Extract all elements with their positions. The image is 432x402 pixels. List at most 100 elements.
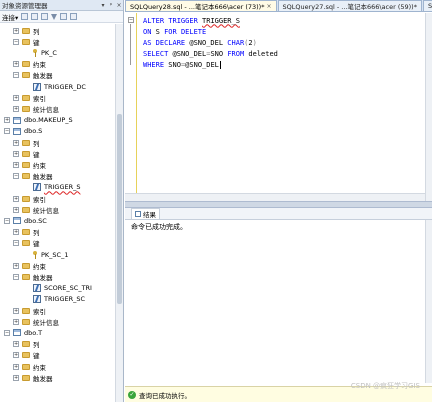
collapse-icon[interactable]: − (13, 38, 19, 45)
tree-scrollbar-thumb[interactable] (117, 114, 122, 304)
document-tab[interactable]: SQLQuery28.sql - ...笔记本666\acer (73))* × (125, 0, 277, 11)
tree-node[interactable]: TRIGGER_S (24, 182, 80, 193)
tree-node[interactable]: + 触发器 (13, 372, 53, 383)
expand-icon[interactable]: + (13, 363, 19, 370)
disconnect-icon[interactable] (31, 13, 39, 20)
expand-icon[interactable]: + (13, 262, 19, 269)
tree-node[interactable]: + 键 (13, 148, 40, 159)
tree-node-label: 约束 (33, 363, 46, 372)
tree-node[interactable]: − 触发器 (13, 171, 53, 182)
tree-node[interactable]: + 约束 (13, 361, 46, 372)
sql-token: SNO (210, 49, 228, 58)
tree-node[interactable]: − 键 (13, 238, 40, 249)
tree-node[interactable]: + 统计信息 (13, 103, 59, 114)
tree-node[interactable]: + 列 (13, 25, 40, 36)
folder-icon (22, 27, 30, 34)
tree-node[interactable]: − 键 (13, 36, 40, 47)
collapse-region-icon[interactable]: − (128, 17, 134, 23)
pin-dropdown-icon[interactable]: ▾ (99, 2, 107, 9)
tree-node[interactable]: − 触发器 (13, 70, 53, 81)
expand-icon[interactable]: + (13, 206, 19, 213)
tree-vertical-scrollbar[interactable] (115, 24, 123, 402)
tree-node-label: PK_C (41, 48, 57, 57)
expand-icon[interactable]: + (4, 117, 10, 124)
tree-node[interactable]: PK_C (24, 47, 57, 58)
expand-icon[interactable]: + (13, 341, 19, 348)
collapse-icon[interactable]: − (4, 128, 10, 135)
collapse-icon[interactable]: − (13, 273, 19, 280)
object-explorer-tree: + 列 − 键 PK_C + 约束 − 触发器 TRIGGER_DC + 索引 + 统计信息 + dbo.MA… (0, 23, 123, 402)
editor-horizontal-scrollbar[interactable] (125, 193, 425, 201)
autohide-pin-icon[interactable]: ᵖ (107, 2, 115, 9)
document-tab[interactable]: SQLQuery27.sql - ...笔记本666\acer (59))* (277, 0, 422, 11)
object-explorer-toolbar: 连接▾ (0, 11, 123, 23)
tree-node[interactable]: + 约束 (13, 260, 46, 271)
tree-node[interactable]: + 键 (13, 350, 40, 361)
results-splitter[interactable] (125, 201, 432, 208)
expand-icon[interactable]: + (13, 105, 19, 112)
summary-icon[interactable] (70, 13, 78, 20)
tree-node[interactable]: + 索引 (13, 92, 46, 103)
folder-icon (22, 195, 30, 202)
tree-spacer (24, 83, 30, 90)
close-icon[interactable]: × (115, 2, 123, 9)
tree-node[interactable]: TRIGGER_SC (24, 294, 85, 305)
tree-node[interactable]: TRIGGER_DC (24, 81, 86, 92)
refresh-icon[interactable] (60, 13, 68, 20)
tree-node[interactable]: + 约束 (13, 159, 46, 170)
tree-node[interactable]: + 索引 (13, 305, 46, 316)
tree-node-label: 键 (33, 240, 40, 249)
code-line: AS DECLARE @SNO_DEL CHAR(2) (143, 37, 278, 48)
collapse-icon[interactable]: − (4, 329, 10, 336)
text-caret (219, 60, 221, 69)
tree-spacer (24, 296, 30, 303)
table-icon (13, 329, 21, 337)
tree-node-label: dbo.S (24, 127, 43, 136)
expand-icon[interactable]: + (13, 27, 19, 34)
expand-icon[interactable]: + (13, 229, 19, 236)
tree-node[interactable]: − dbo.SC (4, 215, 47, 226)
tree-node-label: TRIGGER_DC (44, 82, 86, 91)
tree-node[interactable]: − dbo.S (4, 126, 42, 137)
expand-icon[interactable]: + (13, 318, 19, 325)
results-vertical-scrollbar[interactable] (425, 220, 432, 383)
sql-code-editor[interactable]: − ALTER TRIGGER TRIGGER_S ON S FOR DELETE… (125, 13, 425, 193)
tree-node[interactable]: + 列 (13, 227, 40, 238)
connect-button[interactable]: 连接▾ (2, 12, 18, 22)
collapse-icon[interactable]: − (4, 217, 10, 224)
expand-icon[interactable]: + (13, 150, 19, 157)
tree-node[interactable]: − 触发器 (13, 271, 53, 282)
tree-node[interactable]: + 约束 (13, 59, 46, 70)
expand-icon[interactable]: + (13, 352, 19, 359)
tree-node[interactable]: + 列 (13, 339, 40, 350)
tree-node[interactable]: + 列 (13, 137, 40, 148)
connect-server-icon[interactable] (21, 13, 29, 20)
expand-icon[interactable]: + (13, 161, 19, 168)
tree-node[interactable]: + 统计信息 (13, 316, 59, 327)
close-tab-icon[interactable]: × (266, 3, 271, 10)
expand-icon[interactable]: + (13, 139, 19, 146)
expand-icon[interactable]: + (13, 307, 19, 314)
tree-node[interactable]: SCORE_SC_TRI (24, 283, 92, 294)
collapse-icon[interactable]: − (13, 240, 19, 247)
sql-keyword: AS DECLARE (143, 38, 190, 47)
filter-icon[interactable] (51, 13, 58, 20)
collapse-icon[interactable]: − (13, 72, 19, 79)
tab-results[interactable]: 结果 (131, 208, 160, 219)
stop-icon[interactable] (41, 13, 49, 20)
expand-icon[interactable]: + (13, 195, 19, 202)
expand-icon[interactable]: + (13, 94, 19, 101)
tree-node-label: 索引 (33, 307, 46, 316)
tree-node[interactable]: PK_SC_1 (24, 249, 68, 260)
expand-icon[interactable]: + (13, 374, 19, 381)
collapse-icon[interactable]: − (13, 173, 19, 180)
code-lines: ALTER TRIGGER TRIGGER_S ON S FOR DELETE AS… (143, 15, 278, 70)
tree-node[interactable]: + 统计信息 (13, 204, 59, 215)
editor-vertical-scrollbar[interactable] (425, 13, 432, 201)
tree-node-label: 索引 (33, 195, 46, 204)
tree-node[interactable]: + 索引 (13, 193, 46, 204)
document-tab[interactable]: SQLQuery26.sql - (422, 0, 432, 11)
tree-node[interactable]: + dbo.MAKEUP_S (4, 115, 73, 126)
tree-node[interactable]: − dbo.T (4, 327, 42, 338)
expand-icon[interactable]: + (13, 61, 19, 68)
